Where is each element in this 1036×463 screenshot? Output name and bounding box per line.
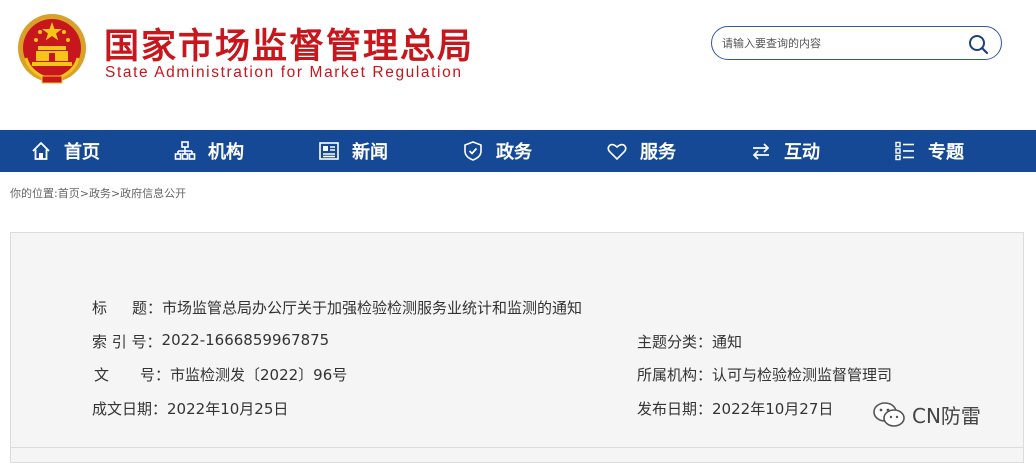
- info-label-created: 成文日期：: [92, 400, 168, 418]
- nav-label-news: 新闻: [352, 142, 388, 163]
- info-value-agency: 认可与检验检测监督管理司: [712, 366, 893, 384]
- breadcrumb-separator: >: [79, 187, 89, 200]
- site-header: 国家市场监督管理总局 State Administration for Mark…: [0, 0, 1036, 130]
- shield-icon: [464, 141, 482, 161]
- info-row-title: 标题： 市场监管总局办公厅关于加强检验检测服务业统计和监测的通知: [92, 297, 582, 318]
- info-value-index: 2022-1666859967875: [161, 331, 330, 349]
- nav-label-org: 机构: [208, 142, 244, 163]
- breadcrumb-info-public[interactable]: 政府信息公开: [120, 187, 186, 200]
- nav-label-interact: 互动: [784, 142, 820, 163]
- search-icon[interactable]: [967, 33, 989, 55]
- org-chart-icon: [174, 141, 196, 160]
- info-row-category: 主题分类： 通知: [637, 331, 742, 352]
- nav-item-topics[interactable]: 专题: [894, 130, 964, 172]
- info-value-title: 市场监管总局办公厅关于加强检验检测服务业统计和监测的通知: [162, 299, 583, 317]
- breadcrumb-separator: >: [110, 187, 121, 200]
- info-label-title: 标题：: [92, 299, 162, 317]
- breadcrumb-home[interactable]: 首页: [58, 187, 80, 200]
- info-label-category: 主题分类：: [637, 333, 713, 351]
- nav-item-gov[interactable]: 政务: [462, 130, 532, 172]
- info-row-index: 索 引 号： 2022-1666859967875: [92, 331, 329, 352]
- nav-item-service[interactable]: 服务: [606, 130, 676, 172]
- exchange-icon: [752, 143, 770, 160]
- nav-item-interact[interactable]: 互动: [750, 130, 820, 172]
- panel-divider: [10, 447, 1024, 448]
- info-row-created: 成文日期： 2022年10月25日: [92, 398, 288, 419]
- nav-item-home[interactable]: 首页: [30, 130, 100, 172]
- main-nav: 首页 机构 新闻 政务 服务 互动 专题: [0, 130, 1036, 172]
- home-icon: [32, 142, 50, 160]
- info-row-published: 发布日期： 2022年10月27日: [637, 398, 833, 419]
- search-box: [711, 26, 1002, 60]
- info-label-published: 发布日期：: [637, 400, 713, 418]
- info-value-docno: 市监检测发〔2022〕96号: [170, 366, 348, 384]
- info-label-docno: 文号：: [94, 366, 170, 384]
- info-row-docno: 文号： 市监检测发〔2022〕96号: [92, 364, 347, 385]
- info-row-agency: 所属机构： 认可与检验检测监督管理司: [637, 364, 892, 385]
- info-label-index: 索 引 号：: [92, 333, 162, 351]
- nav-label-gov: 政务: [496, 142, 532, 163]
- info-label-agency: 所属机构：: [637, 366, 713, 384]
- nav-item-news[interactable]: 新闻: [318, 130, 388, 172]
- nav-label-topics: 专题: [928, 142, 964, 163]
- info-value-published: 2022年10月27日: [712, 400, 834, 418]
- info-value-created: 2022年10月25日: [167, 400, 289, 418]
- heart-icon: [607, 143, 627, 161]
- news-icon: [319, 142, 339, 160]
- nav-label-home: 首页: [64, 142, 100, 163]
- nav-label-service: 服务: [640, 142, 676, 163]
- nav-item-org[interactable]: 机构: [174, 130, 244, 172]
- watermark: CN防雷: [872, 400, 981, 429]
- national-emblem-icon[interactable]: [16, 12, 88, 86]
- watermark-text: CN防雷: [912, 404, 981, 428]
- breadcrumb: 你的位置:首页>政务>政府信息公开: [10, 185, 186, 201]
- search-input[interactable]: [722, 33, 962, 53]
- breadcrumb-gov[interactable]: 政务: [89, 187, 111, 200]
- list-icon: [895, 141, 914, 161]
- wechat-icon: [873, 401, 905, 427]
- site-title-cn[interactable]: 国家市场监督管理总局: [104, 18, 474, 69]
- breadcrumb-prefix: 你的位置:: [10, 187, 58, 200]
- info-value-category: 通知: [712, 333, 743, 351]
- site-title-en[interactable]: State Administration for Market Regulati…: [105, 64, 463, 82]
